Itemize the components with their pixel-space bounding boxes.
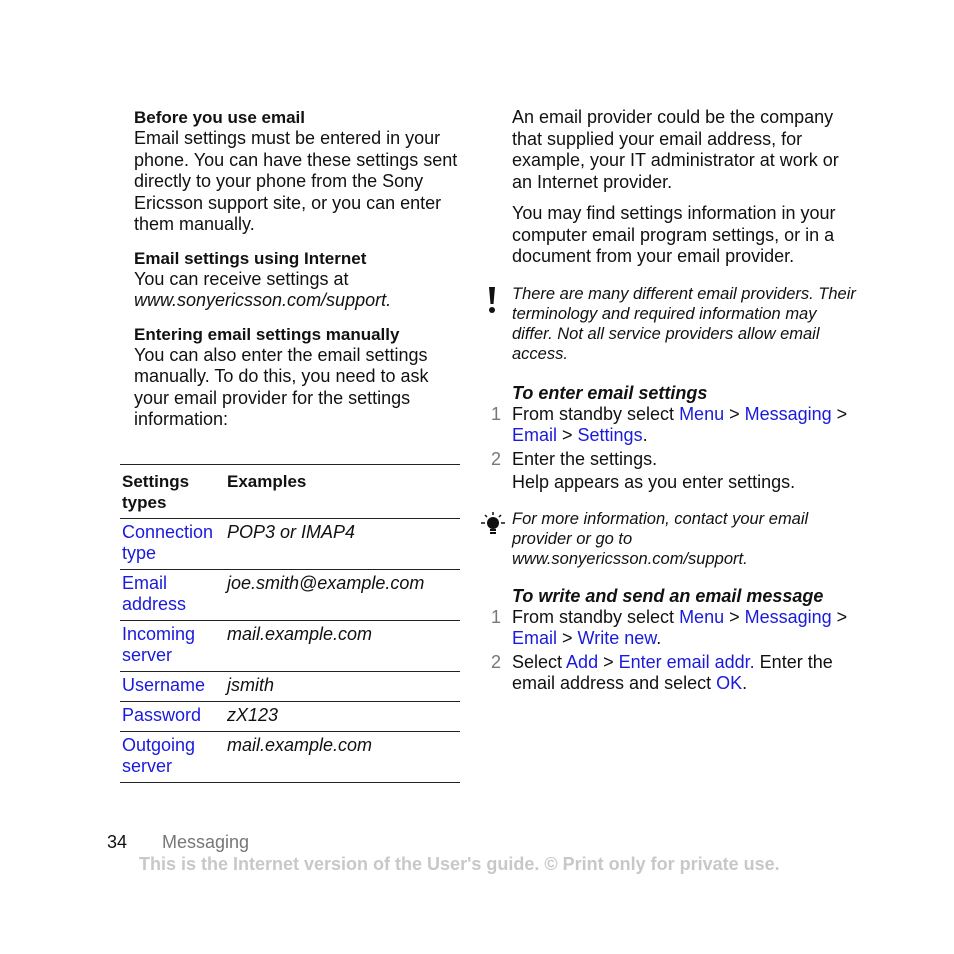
table-row: Email address joe.smith@example.com xyxy=(120,569,460,621)
menu-path-email: Email xyxy=(512,424,558,445)
step-punct: . xyxy=(656,627,662,648)
step-item: 2 Select Add > Enter email addr. Enter t… xyxy=(491,651,833,693)
step-item: 2 Enter the settings. Help appears as yo… xyxy=(491,448,857,493)
setting-type: Connection type xyxy=(120,518,225,570)
menu-path-enter-email-addr: Enter email addr. xyxy=(618,651,755,672)
menu-path-menu: Menu xyxy=(679,606,725,627)
setting-type: Outgoing server xyxy=(120,731,225,783)
warning-text: There are many different email providers… xyxy=(512,284,856,363)
header-settings-types: Settings types xyxy=(120,464,225,519)
step-text: Enter the settings. xyxy=(512,448,658,469)
step-number: 1 xyxy=(491,403,502,424)
settings-internet-body: You can receive settings at xyxy=(134,268,349,289)
setting-type: Password xyxy=(120,701,225,732)
step-text: From standby select xyxy=(512,403,680,424)
setting-type: Email address xyxy=(120,569,225,621)
step-text: From standby select xyxy=(512,606,680,627)
copyright-notice: This is the Internet version of the User… xyxy=(139,854,780,874)
manual-settings-body: You can also enter the email settings ma… xyxy=(134,344,429,430)
menu-path-ok: OK xyxy=(716,672,743,693)
page-number: 34 xyxy=(107,832,128,852)
table-row: Username jsmith xyxy=(120,671,460,702)
menu-path-email: Email xyxy=(512,627,558,648)
before-you-use-body: Email settings must be entered in your p… xyxy=(134,128,458,234)
tip-text: For more information, contact your email… xyxy=(512,509,809,568)
menu-path-messaging: Messaging xyxy=(744,403,832,424)
exclamation-icon xyxy=(489,286,495,313)
step-item: 1 From standby select Menu > Messaging >… xyxy=(491,403,848,445)
email-provider-paragraph: An email provider could be the company t… xyxy=(512,107,839,192)
setting-type: Incoming server xyxy=(120,620,225,672)
settings-info-paragraph: You may find settings information in you… xyxy=(512,203,836,266)
setting-example: zX123 xyxy=(225,701,460,732)
table-row: Connection type POP3 or IMAP4 xyxy=(120,518,460,570)
step-number: 2 xyxy=(491,651,502,672)
setting-example: POP3 or IMAP4 xyxy=(225,518,460,570)
setting-example: joe.smith@example.com xyxy=(225,569,460,621)
lightbulb-icon xyxy=(481,511,505,534)
setting-example: mail.example.com xyxy=(225,620,460,672)
table-row: Incoming server mail.example.com xyxy=(120,620,460,672)
support-url: www.sonyericsson.com/support. xyxy=(134,290,392,310)
menu-path-messaging: Messaging xyxy=(744,606,832,627)
left-column: Before you use email Email settings must… xyxy=(134,107,464,431)
step-number: 1 xyxy=(491,606,502,627)
menu-path-menu: Menu xyxy=(679,403,725,424)
heading-before-you-use-email: Before you use email xyxy=(134,108,306,127)
warning-note: There are many different email providers… xyxy=(489,284,857,364)
table-row: Password zX123 xyxy=(120,701,460,732)
step-number: 2 xyxy=(491,448,502,469)
right-column: An email provider could be the company t… xyxy=(481,107,857,694)
heading-settings-internet: Email settings using Internet xyxy=(134,248,367,268)
step-item: 1 From standby select Menu > Messaging >… xyxy=(491,606,848,648)
setting-example: mail.example.com xyxy=(225,731,460,783)
menu-path-write-new: Write new xyxy=(577,627,657,648)
table-row: Outgoing server mail.example.com xyxy=(120,731,460,783)
step-extra: Help appears as you enter settings. xyxy=(512,471,796,492)
section-name: Messaging xyxy=(162,832,250,852)
settings-table: Settings types Examples Connection type P… xyxy=(120,464,460,783)
step-punct: . xyxy=(642,424,648,445)
tip-note: For more information, contact your email… xyxy=(481,509,857,569)
setting-type: Username xyxy=(120,671,225,702)
heading-manual-settings: Entering email settings manually xyxy=(134,324,400,344)
menu-path-settings: Settings xyxy=(577,424,643,445)
menu-path-add: Add xyxy=(566,651,599,672)
proc-enter-settings-title: To enter email settings xyxy=(512,382,708,403)
table-header-row: Settings types Examples xyxy=(120,464,460,519)
step-text: Select xyxy=(512,651,567,672)
setting-example: jsmith xyxy=(225,671,460,702)
header-examples: Examples xyxy=(225,464,460,519)
step-punct: . xyxy=(742,672,748,693)
proc-write-email-title: To write and send an email message xyxy=(512,585,824,606)
